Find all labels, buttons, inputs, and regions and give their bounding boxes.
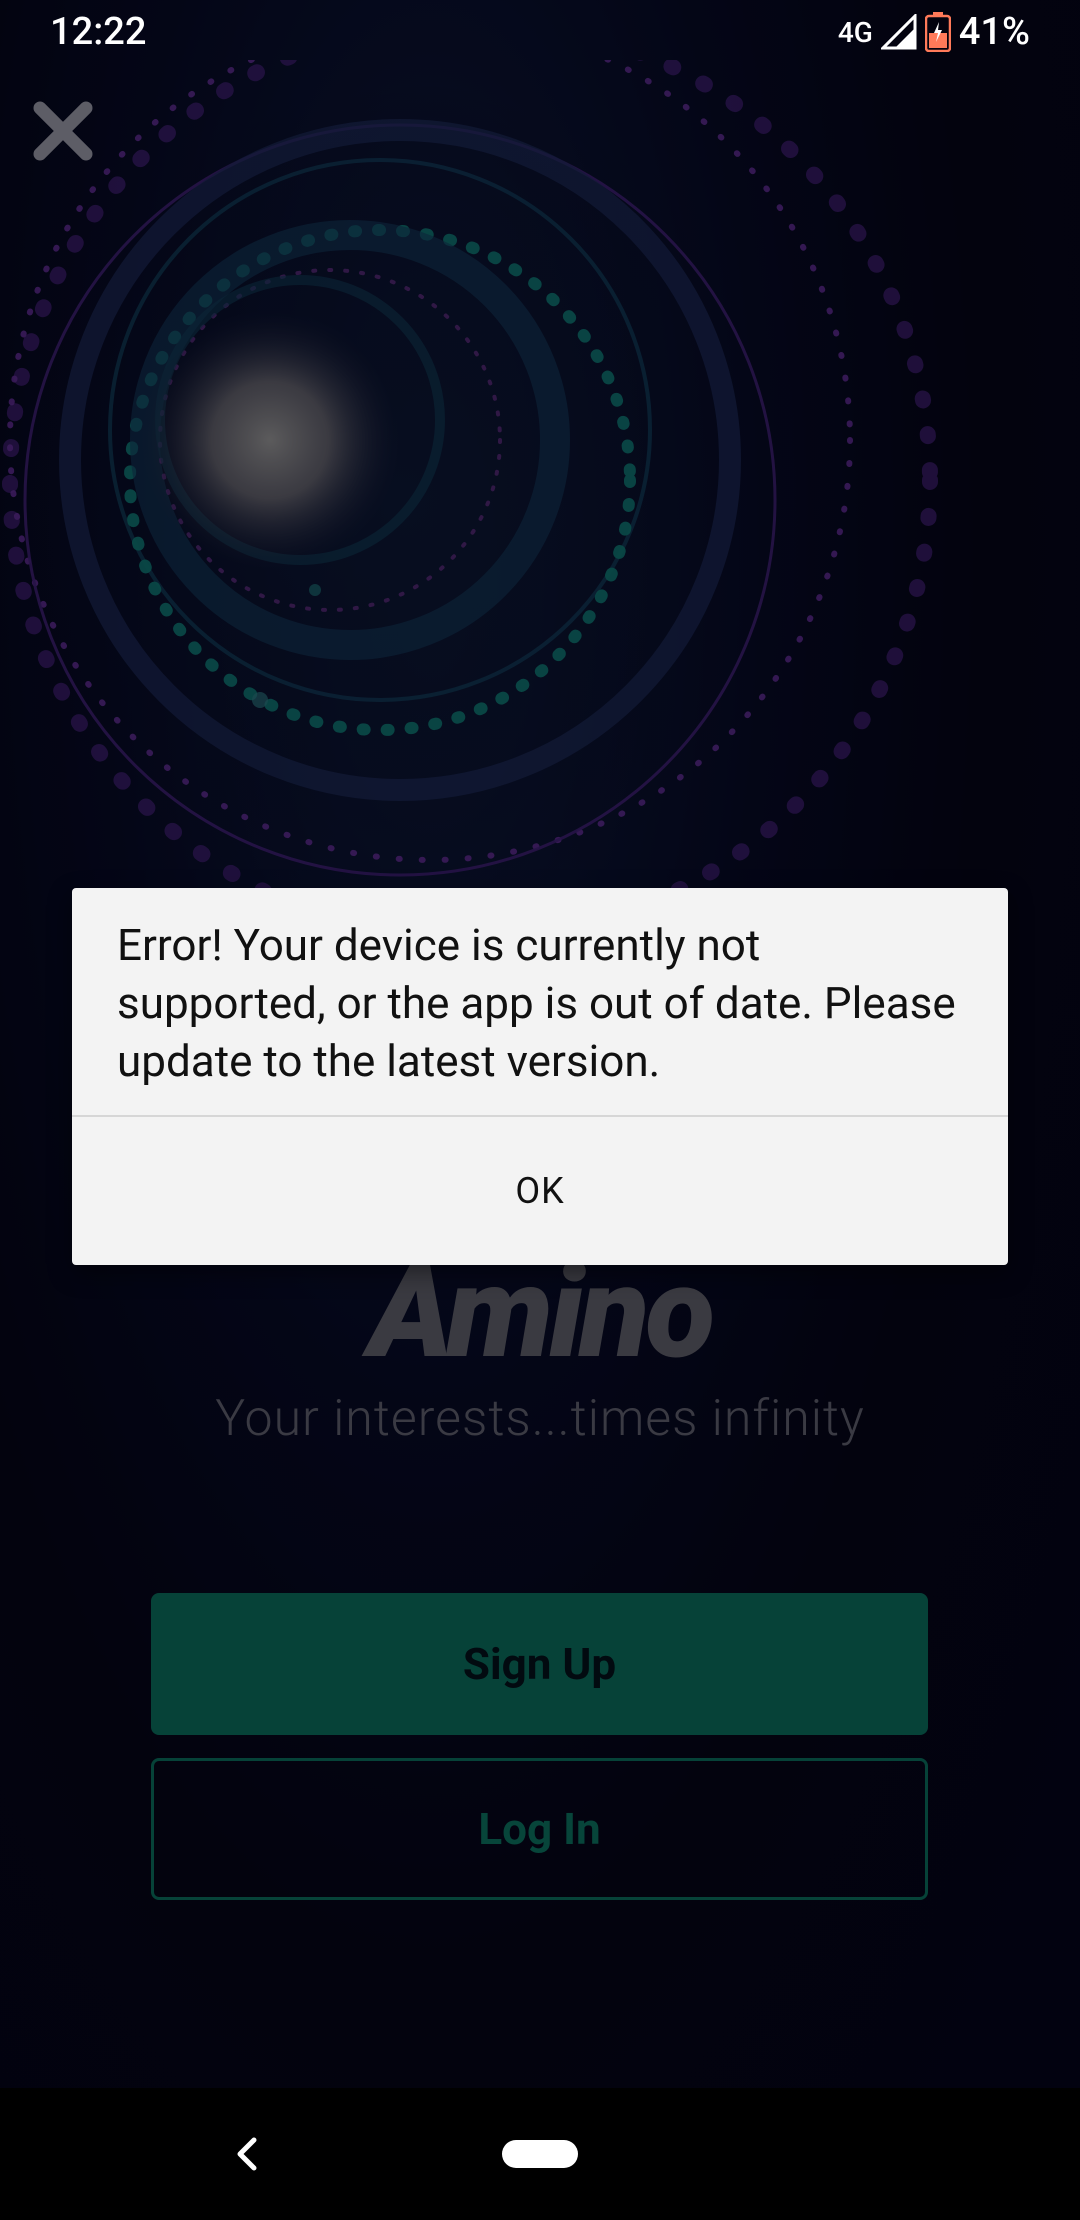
signal-icon	[880, 14, 917, 50]
battery-percent: 41%	[958, 10, 1030, 54]
status-bar: 12:22 4G 41%	[0, 0, 1080, 68]
back-icon[interactable]	[222, 2128, 274, 2180]
home-pill-icon[interactable]	[502, 2140, 578, 2168]
status-time: 12:22	[50, 10, 147, 54]
battery-icon	[924, 12, 951, 52]
status-icons: 4G 41%	[838, 10, 1030, 54]
close-icon[interactable]	[30, 98, 96, 164]
ok-button[interactable]: OK	[72, 1117, 1008, 1265]
network-type-label: 4G	[837, 15, 873, 49]
dialog-message: Error! Your device is currently not supp…	[117, 919, 956, 1087]
navigation-bar	[0, 2088, 1080, 2220]
error-dialog: Error! Your device is currently not supp…	[72, 888, 1008, 1265]
app-screen: 12:22 4G 41% Amino Your interests...time…	[0, 0, 1080, 2220]
